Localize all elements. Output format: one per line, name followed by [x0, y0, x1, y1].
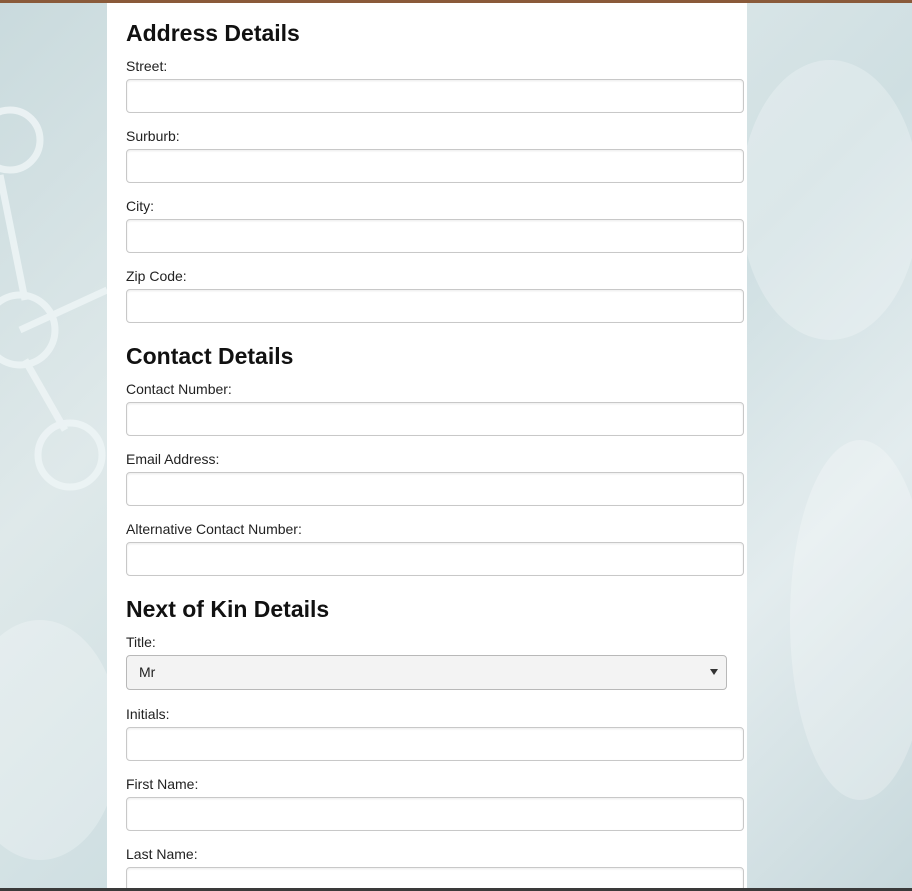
kin-first-name-input[interactable] [126, 797, 744, 831]
email-address-label: Email Address: [126, 451, 220, 467]
kin-last-name-label: Last Name: [126, 846, 198, 862]
kin-title-select[interactable]: Mr [126, 655, 727, 690]
suburb-input[interactable] [126, 149, 744, 183]
suburb-label: Surburb: [126, 128, 180, 144]
city-label: City: [126, 198, 154, 214]
street-label: Street: [126, 58, 168, 74]
kin-initials-label: Initials: [126, 706, 170, 722]
kin-title-label: Title: [126, 634, 156, 650]
form-panel: Address Details Street: Surburb: City: Z… [107, 3, 747, 888]
city-input[interactable] [126, 219, 744, 253]
kin-title-selected-value: Mr [139, 664, 156, 680]
zip-code-label: Zip Code: [126, 268, 187, 284]
kin-first-name-label: First Name: [126, 776, 199, 792]
kin-initials-input[interactable] [126, 727, 744, 761]
alt-contact-number-input[interactable] [126, 542, 744, 576]
kin-last-name-input[interactable] [126, 867, 744, 888]
alt-contact-number-label: Alternative Contact Number: [126, 521, 302, 537]
next-of-kin-heading: Next of Kin Details [126, 596, 330, 622]
chevron-down-icon [710, 669, 718, 675]
email-address-input[interactable] [126, 472, 744, 506]
contact-details-heading: Contact Details [126, 343, 294, 369]
street-input[interactable] [126, 79, 744, 113]
contact-number-input[interactable] [126, 402, 744, 436]
contact-number-label: Contact Number: [126, 381, 232, 397]
zip-code-input[interactable] [126, 289, 744, 323]
address-details-heading: Address Details [126, 20, 300, 46]
